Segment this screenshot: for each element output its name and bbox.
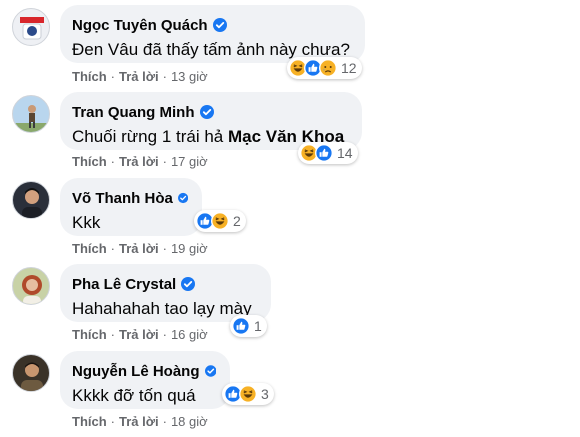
avatar[interactable] [12,267,50,305]
reaction-summary[interactable]: 2 [194,210,246,232]
timestamp[interactable]: 17 giờ [171,154,208,169]
verified-badge-icon [204,365,216,377]
reply-action[interactable]: Trả lời [119,69,159,84]
avatar[interactable] [12,181,50,219]
reply-action[interactable]: Trả lời [119,154,159,169]
verified-badge-icon [199,105,214,119]
like-action[interactable]: Thích [72,414,107,429]
author-name[interactable]: Tran Quang Minh [72,104,195,121]
author-name[interactable]: Nguyễn Lê Hoàng [72,363,200,380]
reply-action[interactable]: Trả lời [119,241,159,256]
haha-icon [239,385,257,403]
verified-badge-icon [181,277,196,291]
comment-bubble: Võ Thanh Hòa Kkk [60,178,202,236]
comment-actions: Thích · Trả lời · 13 giờ [72,69,208,84]
reaction-count: 12 [341,60,357,76]
verified-badge-icon [212,18,227,32]
comment-bubble: Ngọc Tuyên Quách Đen Vâu đã thấy tấm ảnh… [60,5,365,63]
comment-bubble: Pha Lê Crystal Hahahahah tao lạy mày [60,264,271,322]
reaction-summary[interactable]: 3 [222,383,274,405]
reply-action[interactable]: Trả lời [119,327,159,342]
comment-text: Kkkk đỡ tốn quá [72,386,196,405]
comment-actions: Thích · Trả lời · 16 giờ [72,327,208,342]
like-action[interactable]: Thích [72,241,107,256]
like-action[interactable]: Thích [72,69,107,84]
comment-text: Kkk [72,213,101,232]
comment-actions: Thích · Trả lời · 18 giờ [72,414,208,429]
comment-text: Hahahahah tao lạy mày [72,299,252,318]
verified-badge-icon [177,192,188,204]
avatar[interactable] [12,8,50,46]
reaction-summary[interactable]: 12 [287,57,362,79]
comment-actions: Thích · Trả lời · 19 giờ [72,241,208,256]
timestamp[interactable]: 18 giờ [171,414,208,429]
reaction-count: 3 [261,386,269,402]
reaction-summary[interactable]: 14 [298,142,358,164]
haha-icon [211,212,229,230]
reaction-count: 2 [233,213,241,229]
avatar[interactable] [12,354,50,392]
reaction-count: 1 [254,318,262,334]
like-icon [315,144,333,162]
sad-icon [319,59,337,77]
reaction-summary[interactable]: 1 [230,315,267,337]
author-name[interactable]: Võ Thanh Hòa [72,190,173,207]
reaction-count: 14 [337,145,353,161]
avatar[interactable] [12,95,50,133]
timestamp[interactable]: 13 giờ [171,69,208,84]
comment-bubble: Nguyễn Lê Hoàng Kkkk đỡ tốn quá [60,351,230,409]
comment-actions: Thích · Trả lời · 17 giờ [72,154,208,169]
author-name[interactable]: Pha Lê Crystal [72,276,176,293]
like-action[interactable]: Thích [72,154,107,169]
like-action[interactable]: Thích [72,327,107,342]
like-icon [232,317,250,335]
reply-action[interactable]: Trả lời [119,414,159,429]
timestamp[interactable]: 19 giờ [171,241,208,256]
author-name[interactable]: Ngọc Tuyên Quách [72,17,208,34]
timestamp[interactable]: 16 giờ [171,327,208,342]
